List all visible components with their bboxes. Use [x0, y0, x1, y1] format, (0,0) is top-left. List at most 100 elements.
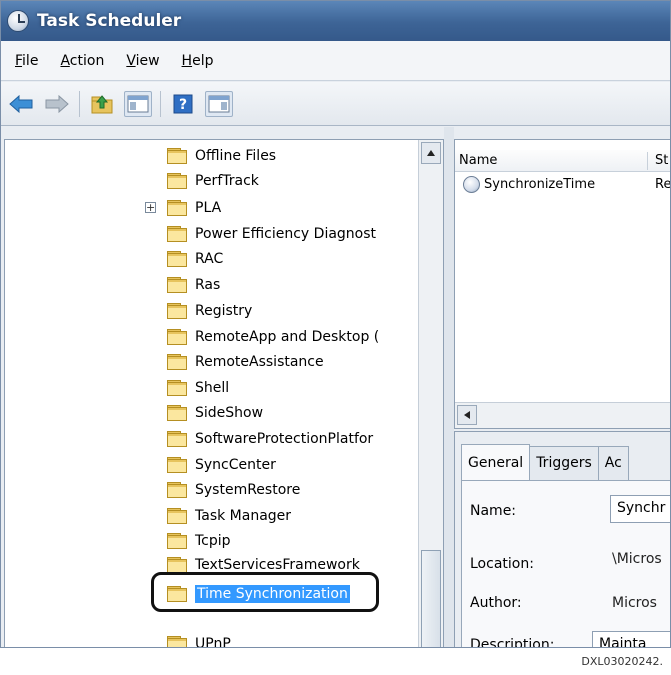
tree-item-label: SystemRestore [195, 482, 301, 498]
folder-icon [167, 482, 188, 498]
description-label: Description: [470, 637, 555, 648]
clock-icon [463, 176, 480, 193]
up-one-level-button[interactable] [88, 91, 116, 117]
forward-arrow-icon [45, 94, 69, 113]
column-divider[interactable] [647, 152, 648, 170]
tree-item[interactable]: Tcpip [167, 529, 231, 553]
help-button[interactable]: ? [169, 91, 197, 117]
task-list-header: Name St [455, 150, 670, 172]
show-hide-console-tree-button[interactable] [124, 90, 152, 117]
title-bar[interactable]: Task Scheduler [1, 1, 670, 41]
tree-item[interactable]: Registry [167, 299, 252, 323]
show-hide-action-pane-button[interactable] [205, 90, 233, 117]
folder-icon [167, 636, 188, 647]
folder-icon [167, 226, 188, 242]
folder-icon [167, 173, 188, 189]
tree-item-label: RemoteAssistance [195, 354, 324, 370]
tree-item-label: RAC [195, 251, 224, 267]
tree-item[interactable]: UPnP [167, 632, 231, 648]
triangle-left-icon [464, 411, 470, 419]
tree-item[interactable]: RAC [167, 247, 223, 271]
folder-icon [167, 380, 188, 396]
back-arrow-icon [9, 94, 33, 113]
toolbar: ? [1, 82, 670, 126]
forward-button[interactable] [43, 91, 71, 117]
author-value: Micros [612, 595, 657, 611]
tree-item-label: Task Manager [195, 508, 292, 524]
tree-item[interactable]: SyncCenter [167, 453, 276, 477]
tree-item[interactable]: SideShow [167, 401, 263, 425]
folder-icon [167, 200, 188, 216]
column-header-status[interactable]: St [655, 153, 668, 168]
tree-item[interactable]: Shell [167, 376, 229, 400]
callout-highlight [151, 572, 379, 612]
tab-actions[interactable]: Ac [597, 446, 629, 480]
tree-item-label: Tcpip [195, 533, 231, 549]
scroll-thumb[interactable] [421, 550, 441, 647]
task-list-pane: Name St SynchronizeTime Re [454, 139, 670, 429]
menu-view[interactable]: View [126, 53, 159, 69]
scroll-left-button[interactable] [457, 405, 477, 425]
folder-icon [167, 405, 188, 421]
tree-item-label: SideShow [195, 405, 264, 421]
name-label: Name: [470, 503, 517, 519]
task-details-pane: General Triggers Ac Name: Synchr Locatio… [454, 431, 670, 648]
clock-icon [7, 10, 29, 32]
location-label: Location: [470, 556, 534, 572]
tree-item-label: UPnP [195, 636, 231, 648]
menu-help[interactable]: Help [182, 53, 214, 69]
tree-item-label: Shell [195, 380, 230, 396]
tab-general[interactable]: General [461, 444, 531, 480]
tree-item[interactable]: Power Efficiency Diagnost [167, 222, 376, 246]
tab-triggers[interactable]: Triggers [529, 446, 599, 480]
tree-item-label: PerfTrack [195, 173, 259, 189]
tree-item[interactable]: PLA [167, 196, 221, 220]
pane-splitter[interactable] [444, 127, 454, 647]
description-field[interactable]: Mainta [592, 631, 670, 647]
scroll-up-button[interactable] [421, 142, 441, 164]
tree-item[interactable]: RemoteApp and Desktop ( [167, 325, 379, 349]
column-header-name[interactable]: Name [459, 153, 497, 168]
name-field[interactable]: Synchr [610, 495, 670, 523]
tree-item[interactable]: PerfTrack [167, 169, 259, 193]
tree-item[interactable]: Offline Files [167, 144, 276, 168]
expand-icon[interactable]: + [145, 202, 156, 213]
task-name: SynchronizeTime [484, 177, 596, 192]
tree-item-label: SoftwareProtectionPlatfor [195, 431, 374, 447]
help-icon: ? [173, 94, 193, 113]
author-label: Author: [470, 595, 522, 611]
menu-action[interactable]: Action [60, 53, 104, 69]
back-button[interactable] [7, 91, 35, 117]
details-tabs: General Triggers Ac [461, 444, 629, 480]
tree-item[interactable]: SoftwareProtectionPlatfor [167, 427, 373, 451]
toolbar-separator [160, 90, 161, 117]
tree-item[interactable]: Task Manager [167, 504, 291, 528]
tree-item-label: Registry [195, 303, 253, 319]
show-hide-action-pane-icon [208, 95, 230, 112]
toolbar-separator [79, 90, 80, 117]
tree-item[interactable]: RemoteAssistance [167, 350, 324, 374]
task-row-synchronize-time[interactable]: SynchronizeTime Re [463, 176, 670, 193]
folder-icon [167, 533, 188, 549]
tree-item-label: Offline Files [195, 148, 277, 164]
task-status: Re [655, 177, 671, 192]
figure-code: DXL03020242. [581, 655, 663, 668]
folder-icon [167, 277, 188, 293]
tree-item[interactable]: SystemRestore [167, 478, 300, 502]
tree-vertical-scrollbar[interactable] [418, 140, 443, 647]
general-tab-body: Name: Synchr Location: \Micros Author: M… [461, 480, 670, 648]
up-folder-icon [91, 94, 113, 113]
folder-icon [167, 557, 188, 573]
folder-icon [167, 329, 188, 345]
menu-bar: File Action View Help [1, 41, 670, 81]
tree-item[interactable]: Ras [167, 273, 220, 297]
task-list-horizontal-scrollbar[interactable] [455, 402, 670, 428]
folder-icon [167, 148, 188, 164]
tree-item-label: Power Efficiency Diagnost [195, 226, 377, 242]
menu-file[interactable]: File [15, 53, 38, 69]
show-hide-console-tree-icon [127, 95, 149, 112]
tree-item-label: SyncCenter [195, 457, 276, 473]
tree-item-label: TextServicesFramework [195, 557, 360, 573]
folder-icon [167, 251, 188, 267]
folder-icon [167, 354, 188, 370]
